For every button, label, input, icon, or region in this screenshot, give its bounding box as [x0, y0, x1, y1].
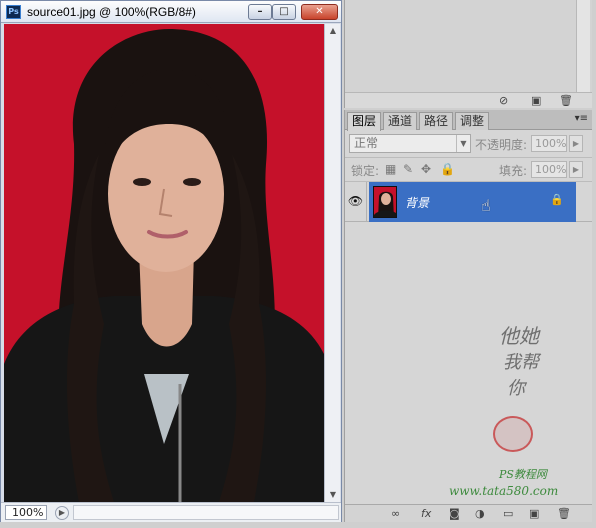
- link-icon[interactable]: ∞: [391, 507, 400, 520]
- hand-cursor-icon: ☝: [481, 196, 491, 215]
- lock-all-icon[interactable]: 🔒: [440, 162, 455, 176]
- layer-lock-icon: 🔒: [550, 193, 564, 206]
- panel-menu-icon[interactable]: ▾≡: [575, 113, 588, 124]
- group-icon[interactable]: ▭: [503, 507, 513, 520]
- image-canvas[interactable]: [4, 24, 324, 502]
- portrait-photo: [4, 24, 324, 502]
- layer-thumbnail: [373, 186, 397, 218]
- status-bar: 100% ▶: [1, 502, 341, 522]
- layers-panel: 图层 通道 路径 调整 ▾≡ 正常 ▼ 不透明度: 100% ▶ 锁定: ▦ ✎…: [344, 110, 592, 522]
- adjustment-icon[interactable]: ◑: [475, 507, 485, 520]
- fill-slider-icon[interactable]: ▶: [569, 161, 583, 178]
- fill-field[interactable]: 100%: [531, 161, 567, 178]
- scroll-down-icon[interactable]: ▼: [325, 488, 341, 502]
- lock-pixels-icon[interactable]: ✎: [403, 162, 413, 176]
- lock-transparency-icon[interactable]: ▦: [385, 162, 396, 176]
- mask-icon[interactable]: ◙: [449, 507, 460, 520]
- scroll-up-icon[interactable]: ▲: [325, 24, 341, 38]
- minimize-button[interactable]: –: [248, 4, 272, 20]
- opacity-field[interactable]: 100%: [531, 135, 567, 152]
- fill-label: 填充:: [499, 164, 528, 178]
- opacity-slider-icon[interactable]: ▶: [569, 135, 583, 152]
- new-icon[interactable]: ▣: [531, 94, 541, 107]
- watermark-url: www.tata580.com: [449, 484, 559, 498]
- trash-icon[interactable]: 🗑: [559, 94, 573, 107]
- document-window: Ps source01.jpg @ 100%(RGB/8#) – □ ✕ ▲ ▼…: [0, 0, 342, 522]
- watermark-line1: 他她: [499, 324, 539, 348]
- photoshop-logo-icon: Ps: [6, 5, 21, 19]
- tab-layers[interactable]: 图层: [347, 112, 382, 131]
- panel-tabs: 图层 通道 路径 调整 ▾≡: [345, 110, 592, 131]
- blend-mode-select[interactable]: 正常 ▼: [349, 134, 471, 153]
- lock-label: 锁定:: [351, 164, 380, 178]
- zoom-field[interactable]: 100%: [5, 505, 47, 520]
- trash-icon[interactable]: 🗑: [557, 507, 571, 520]
- watermark-seal: [493, 416, 533, 452]
- layer-selected[interactable]: 背景 ☝ 🔒: [369, 182, 576, 222]
- close-button[interactable]: ✕: [301, 4, 338, 20]
- layers-footer: ∞ fx ◙ ◑ ▭ ▣ 🗑: [345, 504, 592, 522]
- new-layer-icon[interactable]: ▣: [529, 507, 539, 520]
- no-icon[interactable]: ⊘: [499, 94, 508, 107]
- divider: [345, 157, 592, 158]
- watermark-site: PS教程网: [499, 468, 547, 481]
- upper-panel-scrollbar[interactable]: [576, 0, 590, 92]
- watermark: 他她 我帮 你 PS教程网 www.tata580.com: [449, 320, 589, 510]
- horizontal-scrollbar[interactable]: [73, 505, 339, 520]
- status-menu-icon[interactable]: ▶: [55, 506, 69, 520]
- tab-paths[interactable]: 路径: [419, 112, 454, 130]
- layer-row-background[interactable]: 👁 背景 ☝ 🔒: [345, 182, 592, 222]
- upper-panel: ⊘ ▣ 🗑: [344, 0, 592, 108]
- tab-adjustments[interactable]: 调整: [455, 112, 490, 130]
- layer-name[interactable]: 背景: [405, 194, 429, 211]
- tab-channels[interactable]: 通道: [383, 112, 418, 130]
- upper-panel-toolbar: ⊘ ▣ 🗑: [345, 92, 592, 108]
- watermark-line2: 我帮: [503, 352, 539, 373]
- opacity-label: 不透明度:: [475, 138, 528, 152]
- vertical-scrollbar[interactable]: ▲ ▼: [324, 24, 340, 502]
- blend-mode-value: 正常: [354, 136, 379, 150]
- maximize-button[interactable]: □: [272, 4, 296, 20]
- watermark-line3: 你: [507, 378, 525, 399]
- document-title: source01.jpg @ 100%(RGB/8#): [27, 5, 196, 19]
- lock-position-icon[interactable]: ✥: [421, 162, 431, 176]
- document-titlebar[interactable]: Ps source01.jpg @ 100%(RGB/8#) – □ ✕: [1, 1, 341, 23]
- fx-icon[interactable]: fx: [421, 507, 431, 520]
- eye-icon[interactable]: 👁: [345, 182, 367, 222]
- chevron-down-icon: ▼: [456, 135, 470, 152]
